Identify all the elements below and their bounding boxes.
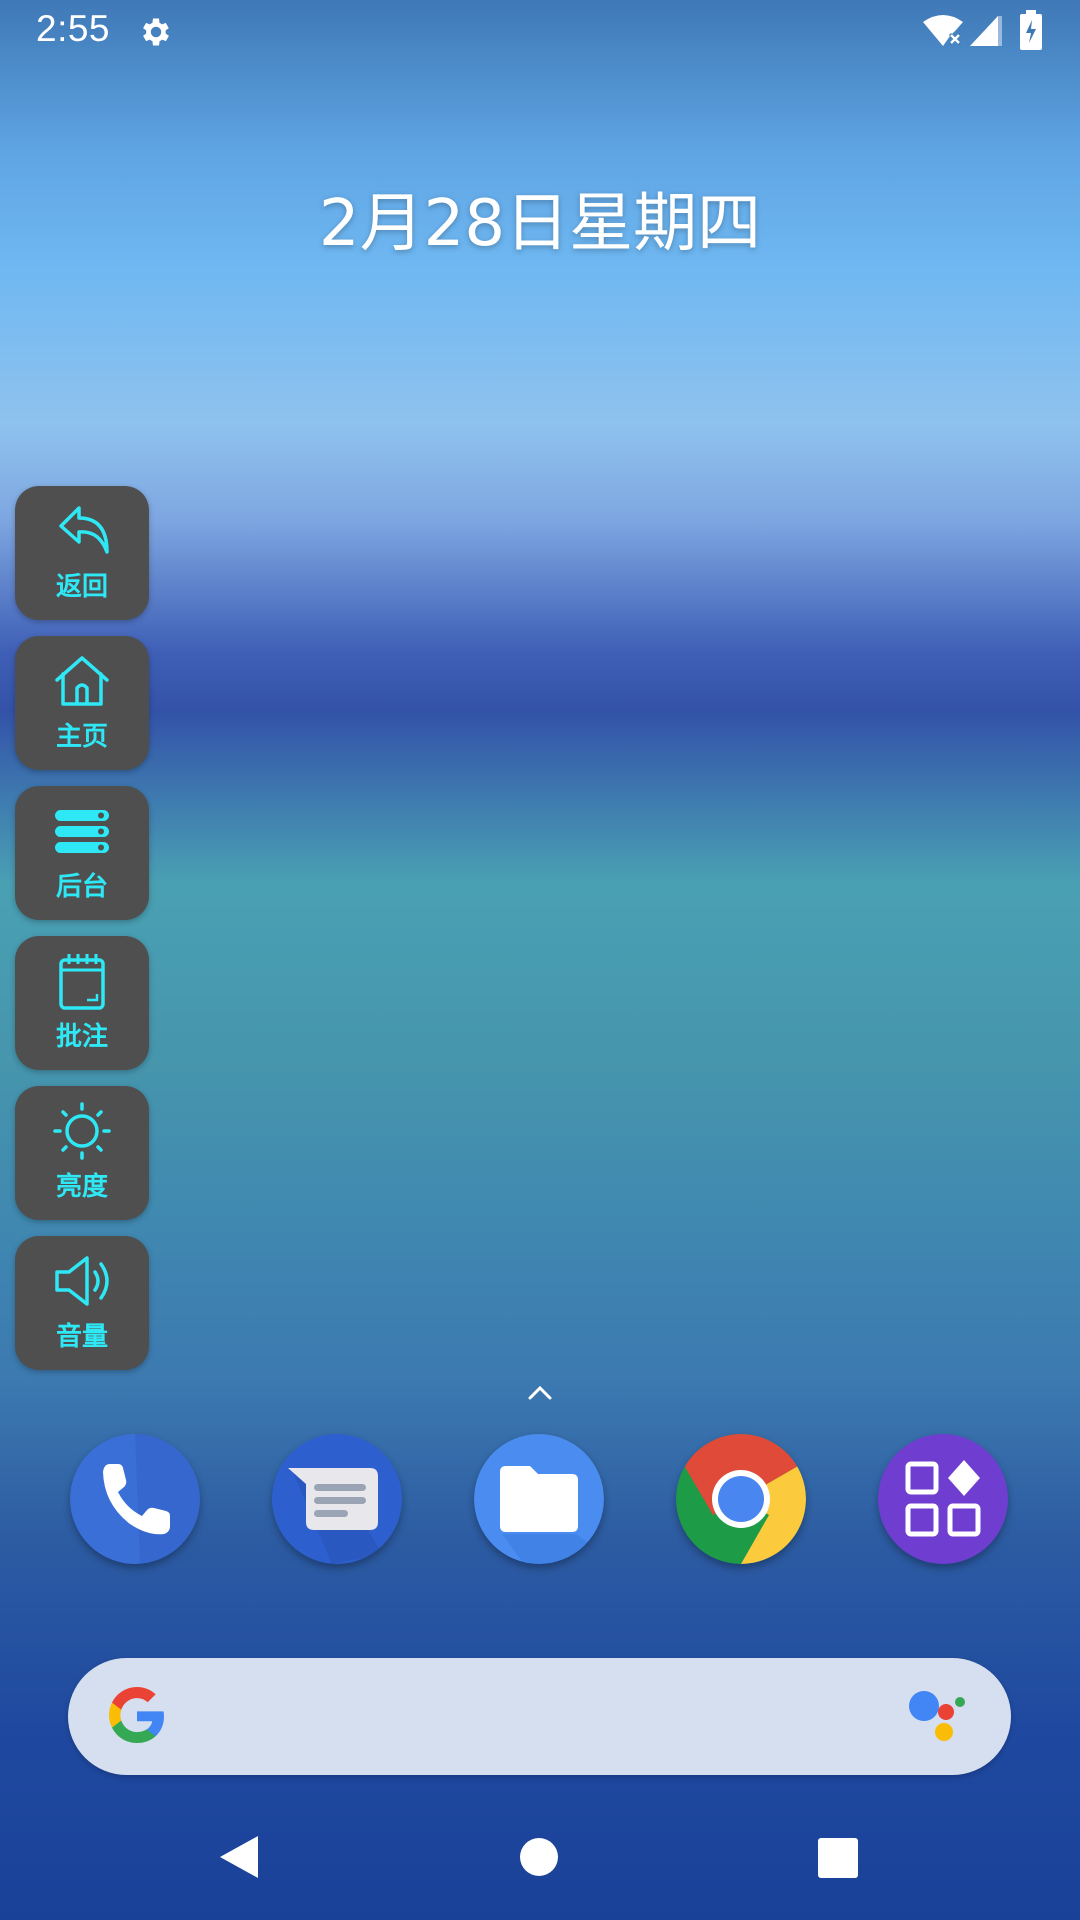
volume-icon [55,1256,109,1306]
back-arrow-icon [59,506,109,554]
app-grid-icon [878,1434,1008,1564]
annotate-label: 批注 [55,1022,108,1052]
back-icon[interactable] [218,1834,260,1880]
recents-icon[interactable] [818,1838,858,1878]
battery-charging-icon [1020,10,1042,50]
google-search-bar[interactable] [68,1658,1011,1775]
date-label[interactable]: 2月28日星期四 [0,172,1080,264]
gear-icon[interactable] [138,14,174,50]
chrome-app-icon[interactable] [676,1434,806,1564]
chrome-icon [676,1434,806,1564]
chevron-up-icon[interactable] [526,1382,554,1402]
phone-icon [70,1434,200,1564]
files-icon [474,1434,604,1564]
back-label: 返回 [55,572,108,602]
notepad-icon [59,954,105,1010]
messages-icon [272,1434,402,1564]
brightness-button[interactable]: 亮度 [15,1086,149,1220]
volume-button[interactable]: 音量 [15,1236,149,1370]
volume-label: 音量 [55,1322,108,1352]
brightness-label: 亮度 [55,1172,108,1202]
recents-icon [55,810,109,853]
recents-button[interactable]: 后台 [15,786,149,920]
wifi-off-icon [923,15,963,46]
home-icon[interactable] [520,1838,558,1876]
home-icon [55,656,109,706]
app-grid-icon[interactable] [878,1434,1008,1564]
phone-app-icon[interactable] [70,1434,200,1564]
home-label: 主页 [55,722,108,752]
home-button[interactable]: 主页 [15,636,149,770]
status-time: 2:55 [36,8,111,49]
status-bar: 2:55 [0,0,1080,64]
annotate-button[interactable]: 批注 [15,936,149,1070]
signal-icon [970,16,1002,46]
recents-label: 后台 [55,872,108,902]
files-app-icon[interactable] [474,1434,604,1564]
back-button[interactable]: 返回 [15,486,149,620]
google-g-icon[interactable] [104,1683,170,1749]
messages-app-icon[interactable] [272,1434,402,1564]
assistant-icon[interactable] [904,1686,966,1748]
brightness-icon [53,1102,111,1160]
